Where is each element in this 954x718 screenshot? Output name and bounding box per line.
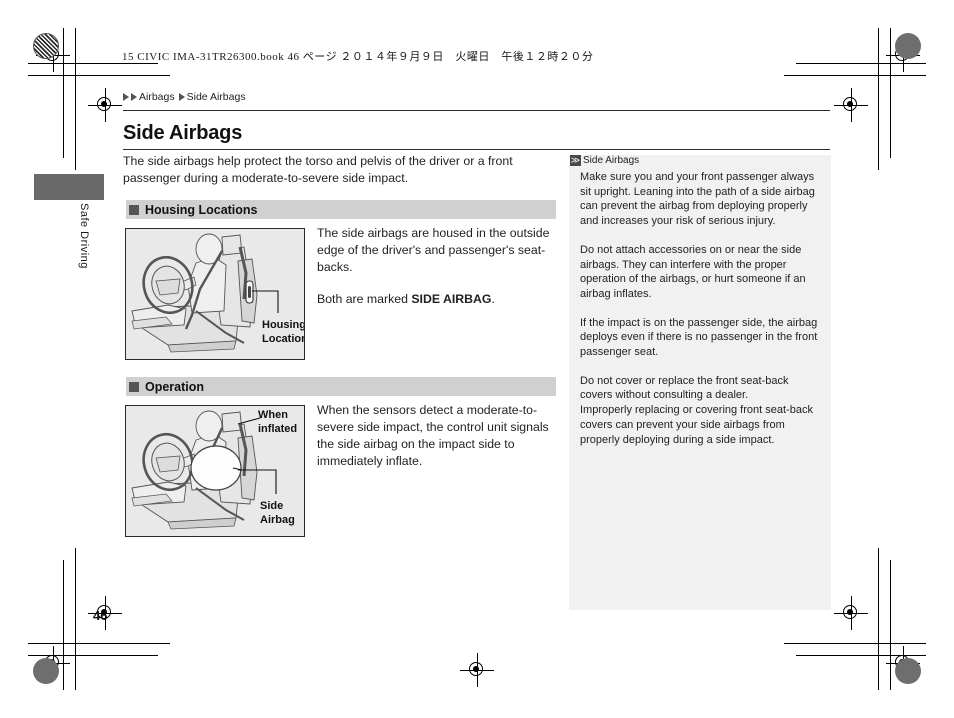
section-tab-block [34,174,104,200]
crop-line [784,75,926,76]
svg-text:Side: Side [260,500,283,512]
figure-housing-location: Housing Location [125,228,305,360]
svg-text:inflated: inflated [258,423,297,435]
intro-paragraph: The side airbags help protect the torso … [123,154,513,185]
triangle-right-icon [178,93,185,101]
registration-mark-icon [88,88,122,122]
crop-line [28,643,170,644]
housing-locations-text: The side airbags are housed in the outsi… [317,225,557,308]
breadcrumb-item-airbags[interactable]: Airbags [139,91,175,103]
title-rule-top [123,110,830,111]
square-bullet-icon [129,204,139,215]
note-paragraph: Make sure you and your front passenger a… [580,171,815,228]
crop-line [75,548,76,690]
housing-location-illustration: Housing Location [126,229,305,359]
registration-mark-icon [460,653,494,687]
double-chevron-right-icon: ≫ [570,155,581,166]
page-title: Side Airbags [123,122,243,144]
registration-mark-icon [834,88,868,122]
square-bullet-icon [129,381,139,392]
note-paragraph: Do not attach accessories on or near the… [580,243,806,300]
crop-line [878,28,879,170]
side-airbag-marking-label: SIDE AIRBAG [411,292,492,306]
section-header-operation: Operation [126,377,556,396]
note-panel-heading: ≫ Side Airbags [570,155,639,166]
section-tab-label: Safe Driving [78,203,90,269]
page-number: 46 [93,608,108,623]
triangle-right-icon [123,93,129,101]
housing-paragraph-2-prefix: Both are marked [317,292,412,306]
figure-operation: When inflated Side Airbag [125,405,305,537]
crop-line [784,643,926,644]
color-calibration-dot [895,658,921,684]
note-panel-heading-label: Side Airbags [583,155,640,166]
housing-paragraph-2: Both are marked SIDE AIRBAG. [317,291,557,308]
operation-text: When the sensors detect a moderate-to-se… [317,402,557,470]
svg-text:When: When [258,409,288,421]
note-panel-body: Make sure you and your front passenger a… [580,170,818,447]
svg-text:Housing: Housing [262,319,305,331]
crop-line [28,75,170,76]
housing-paragraph-2-suffix: . [491,292,495,306]
note-paragraph: Do not cover or replace the front seat-b… [580,374,813,446]
crop-line [75,28,76,170]
svg-text:Airbag: Airbag [260,514,295,526]
section-header-label: Operation [145,379,205,394]
note-paragraph: If the impact is on the passenger side, … [580,316,818,359]
breadcrumb-item-side-airbags[interactable]: Side Airbags [187,91,246,103]
color-calibration-dot [895,33,921,59]
operation-paragraph: When the sensors detect a moderate-to-se… [317,403,549,468]
breadcrumb: Airbags Side Airbags [123,91,249,103]
title-rule-bottom [123,149,830,150]
svg-text:Location: Location [262,333,305,345]
housing-paragraph-1: The side airbags are housed in the outsi… [317,226,550,274]
section-header-label: Housing Locations [145,202,258,217]
side-airbag-inflated-illustration: When inflated Side Airbag [126,406,304,536]
triangle-right-icon [131,93,137,101]
crop-line [878,548,879,690]
color-calibration-dot [33,658,59,684]
print-job-header: 15 CIVIC IMA-31TR26300.book 46 ページ ２０１４年… [122,51,594,63]
registration-mark-icon [834,596,868,630]
color-calibration-dot [33,33,59,59]
section-header-housing-locations: Housing Locations [126,200,556,219]
